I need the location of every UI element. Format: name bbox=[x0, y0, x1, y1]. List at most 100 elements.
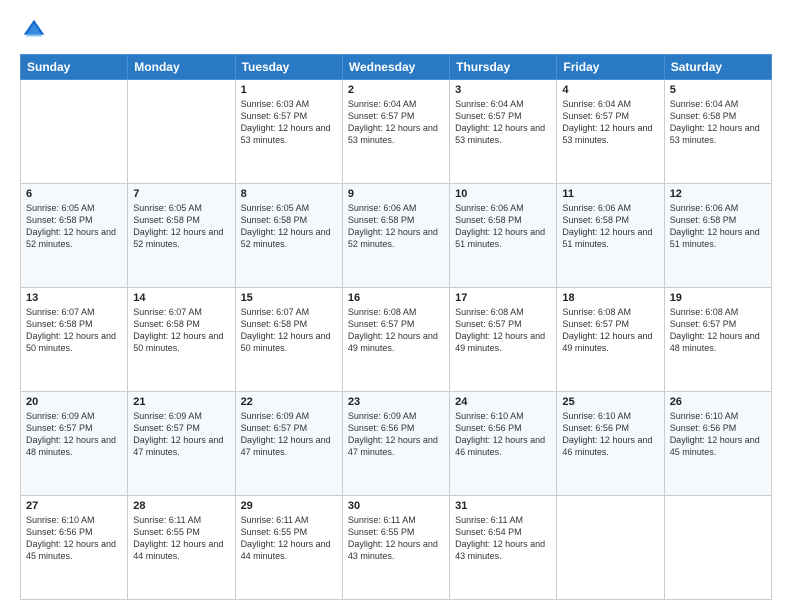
calendar-cell: 26Sunrise: 6:10 AMSunset: 6:56 PMDayligh… bbox=[664, 392, 771, 496]
calendar-cell: 29 Sunrise: 6:11 AMSunset: 6:55 PMDayligh… bbox=[235, 496, 342, 600]
calendar-cell: 17 Sunrise: 6:08 AMSunset: 6:57 PMDayligh… bbox=[450, 288, 557, 392]
day-info: Sunrise: 6:10 AMSunset: 6:56 PMDaylight:… bbox=[455, 410, 551, 459]
day-info: Sunrise: 6:11 AMSunset: 6:55 PMDaylight:… bbox=[348, 514, 444, 563]
calendar-cell: 16Sunrise: 6:08 AMSunset: 6:57 PMDayligh… bbox=[342, 288, 449, 392]
day-number: 8 bbox=[241, 188, 337, 200]
day-info: Sunrise: 6:10 AMSunset: 6:56 PMDaylight:… bbox=[26, 514, 122, 563]
day-number: 25 bbox=[562, 396, 658, 408]
day-number: 23 bbox=[348, 396, 444, 408]
day-info: Sunrise: 6:09 AMSunset: 6:56 PMDaylight:… bbox=[348, 410, 444, 459]
day-number: 2 bbox=[348, 84, 444, 96]
calendar-cell: 30 Sunrise: 6:11 AMSunset: 6:55 PMDayligh… bbox=[342, 496, 449, 600]
calendar-cell: 5 Sunrise: 6:04 AMSunset: 6:58 PMDaylight… bbox=[664, 80, 771, 184]
day-number: 11 bbox=[562, 188, 658, 200]
day-number: 7 bbox=[133, 188, 229, 200]
day-info: Sunrise: 6:11 AMSunset: 6:54 PMDaylight:… bbox=[455, 514, 551, 563]
calendar-cell: 28 Sunrise: 6:11 AMSunset: 6:55 PMDayligh… bbox=[128, 496, 235, 600]
calendar-cell bbox=[21, 80, 128, 184]
day-info: Sunrise: 6:04 AMSunset: 6:57 PMDaylight:… bbox=[562, 98, 658, 147]
day-number: 20 bbox=[26, 396, 122, 408]
calendar-cell: 1 Sunrise: 6:03 AMSunset: 6:57 PMDaylight… bbox=[235, 80, 342, 184]
day-info: Sunrise: 6:07 AMSunset: 6:58 PMDaylight:… bbox=[241, 306, 337, 355]
day-info: Sunrise: 6:07 AMSunset: 6:58 PMDaylight:… bbox=[26, 306, 122, 355]
day-number: 12 bbox=[670, 188, 766, 200]
day-info: Sunrise: 6:06 AMSunset: 6:58 PMDaylight:… bbox=[562, 202, 658, 251]
day-info: Sunrise: 6:07 AMSunset: 6:58 PMDaylight:… bbox=[133, 306, 229, 355]
weekday-header-wednesday: Wednesday bbox=[342, 55, 449, 80]
week-row-5: 27 Sunrise: 6:10 AMSunset: 6:56 PMDayligh… bbox=[21, 496, 772, 600]
day-info: Sunrise: 6:06 AMSunset: 6:58 PMDaylight:… bbox=[670, 202, 766, 251]
calendar-cell: 22 Sunrise: 6:09 AMSunset: 6:57 PMDayligh… bbox=[235, 392, 342, 496]
header bbox=[20, 16, 772, 44]
calendar-cell: 20 Sunrise: 6:09 AMSunset: 6:57 PMDayligh… bbox=[21, 392, 128, 496]
calendar-cell: 8 Sunrise: 6:05 AMSunset: 6:58 PMDaylight… bbox=[235, 184, 342, 288]
calendar-cell: 13 Sunrise: 6:07 AMSunset: 6:58 PMDayligh… bbox=[21, 288, 128, 392]
day-info: Sunrise: 6:09 AMSunset: 6:57 PMDaylight:… bbox=[133, 410, 229, 459]
day-number: 17 bbox=[455, 292, 551, 304]
day-number: 21 bbox=[133, 396, 229, 408]
calendar-cell: 31 Sunrise: 6:11 AMSunset: 6:54 PMDayligh… bbox=[450, 496, 557, 600]
day-number: 16 bbox=[348, 292, 444, 304]
weekday-header-thursday: Thursday bbox=[450, 55, 557, 80]
day-info: Sunrise: 6:06 AMSunset: 6:58 PMDaylight:… bbox=[348, 202, 444, 251]
calendar-cell: 6Sunrise: 6:05 AMSunset: 6:58 PMDaylight… bbox=[21, 184, 128, 288]
calendar-cell: 9Sunrise: 6:06 AMSunset: 6:58 PMDaylight… bbox=[342, 184, 449, 288]
day-info: Sunrise: 6:10 AMSunset: 6:56 PMDaylight:… bbox=[562, 410, 658, 459]
week-row-4: 20 Sunrise: 6:09 AMSunset: 6:57 PMDayligh… bbox=[21, 392, 772, 496]
day-number: 15 bbox=[241, 292, 337, 304]
day-number: 31 bbox=[455, 500, 551, 512]
weekday-header-saturday: Saturday bbox=[664, 55, 771, 80]
day-number: 24 bbox=[455, 396, 551, 408]
calendar-cell: 3Sunrise: 6:04 AMSunset: 6:57 PMDaylight… bbox=[450, 80, 557, 184]
day-number: 1 bbox=[241, 84, 337, 96]
day-number: 18 bbox=[562, 292, 658, 304]
page: SundayMondayTuesdayWednesdayThursdayFrid… bbox=[0, 0, 792, 612]
day-number: 27 bbox=[26, 500, 122, 512]
day-number: 10 bbox=[455, 188, 551, 200]
day-info: Sunrise: 6:11 AMSunset: 6:55 PMDaylight:… bbox=[241, 514, 337, 563]
day-number: 22 bbox=[241, 396, 337, 408]
day-info: Sunrise: 6:08 AMSunset: 6:57 PMDaylight:… bbox=[670, 306, 766, 355]
calendar-cell: 19 Sunrise: 6:08 AMSunset: 6:57 PMDayligh… bbox=[664, 288, 771, 392]
day-number: 3 bbox=[455, 84, 551, 96]
week-row-3: 13 Sunrise: 6:07 AMSunset: 6:58 PMDayligh… bbox=[21, 288, 772, 392]
day-info: Sunrise: 6:04 AMSunset: 6:58 PMDaylight:… bbox=[670, 98, 766, 147]
calendar-cell: 18 Sunrise: 6:08 AMSunset: 6:57 PMDayligh… bbox=[557, 288, 664, 392]
weekday-header-row: SundayMondayTuesdayWednesdayThursdayFrid… bbox=[21, 55, 772, 80]
logo-icon bbox=[20, 16, 48, 44]
day-info: Sunrise: 6:05 AMSunset: 6:58 PMDaylight:… bbox=[241, 202, 337, 251]
weekday-header-tuesday: Tuesday bbox=[235, 55, 342, 80]
day-info: Sunrise: 6:05 AMSunset: 6:58 PMDaylight:… bbox=[133, 202, 229, 251]
day-info: Sunrise: 6:08 AMSunset: 6:57 PMDaylight:… bbox=[562, 306, 658, 355]
calendar-cell: 10 Sunrise: 6:06 AMSunset: 6:58 PMDayligh… bbox=[450, 184, 557, 288]
calendar-cell bbox=[128, 80, 235, 184]
day-info: Sunrise: 6:06 AMSunset: 6:58 PMDaylight:… bbox=[455, 202, 551, 251]
day-number: 13 bbox=[26, 292, 122, 304]
day-info: Sunrise: 6:05 AMSunset: 6:58 PMDaylight:… bbox=[26, 202, 122, 251]
day-info: Sunrise: 6:08 AMSunset: 6:57 PMDaylight:… bbox=[455, 306, 551, 355]
day-info: Sunrise: 6:03 AMSunset: 6:57 PMDaylight:… bbox=[241, 98, 337, 147]
calendar-cell: 2 Sunrise: 6:04 AMSunset: 6:57 PMDaylight… bbox=[342, 80, 449, 184]
day-info: Sunrise: 6:11 AMSunset: 6:55 PMDaylight:… bbox=[133, 514, 229, 563]
day-info: Sunrise: 6:09 AMSunset: 6:57 PMDaylight:… bbox=[241, 410, 337, 459]
week-row-2: 6Sunrise: 6:05 AMSunset: 6:58 PMDaylight… bbox=[21, 184, 772, 288]
calendar-cell: 27 Sunrise: 6:10 AMSunset: 6:56 PMDayligh… bbox=[21, 496, 128, 600]
calendar-cell: 7 Sunrise: 6:05 AMSunset: 6:58 PMDaylight… bbox=[128, 184, 235, 288]
calendar-cell: 23 Sunrise: 6:09 AMSunset: 6:56 PMDayligh… bbox=[342, 392, 449, 496]
day-number: 29 bbox=[241, 500, 337, 512]
day-number: 14 bbox=[133, 292, 229, 304]
calendar-cell: 12 Sunrise: 6:06 AMSunset: 6:58 PMDayligh… bbox=[664, 184, 771, 288]
calendar-cell: 14 Sunrise: 6:07 AMSunset: 6:58 PMDayligh… bbox=[128, 288, 235, 392]
day-info: Sunrise: 6:04 AMSunset: 6:57 PMDaylight:… bbox=[348, 98, 444, 147]
week-row-1: 1 Sunrise: 6:03 AMSunset: 6:57 PMDaylight… bbox=[21, 80, 772, 184]
day-number: 30 bbox=[348, 500, 444, 512]
calendar-cell: 11 Sunrise: 6:06 AMSunset: 6:58 PMDayligh… bbox=[557, 184, 664, 288]
day-number: 26 bbox=[670, 396, 766, 408]
day-info: Sunrise: 6:09 AMSunset: 6:57 PMDaylight:… bbox=[26, 410, 122, 459]
day-number: 28 bbox=[133, 500, 229, 512]
weekday-header-sunday: Sunday bbox=[21, 55, 128, 80]
logo bbox=[20, 16, 52, 44]
day-number: 19 bbox=[670, 292, 766, 304]
weekday-header-monday: Monday bbox=[128, 55, 235, 80]
day-number: 5 bbox=[670, 84, 766, 96]
